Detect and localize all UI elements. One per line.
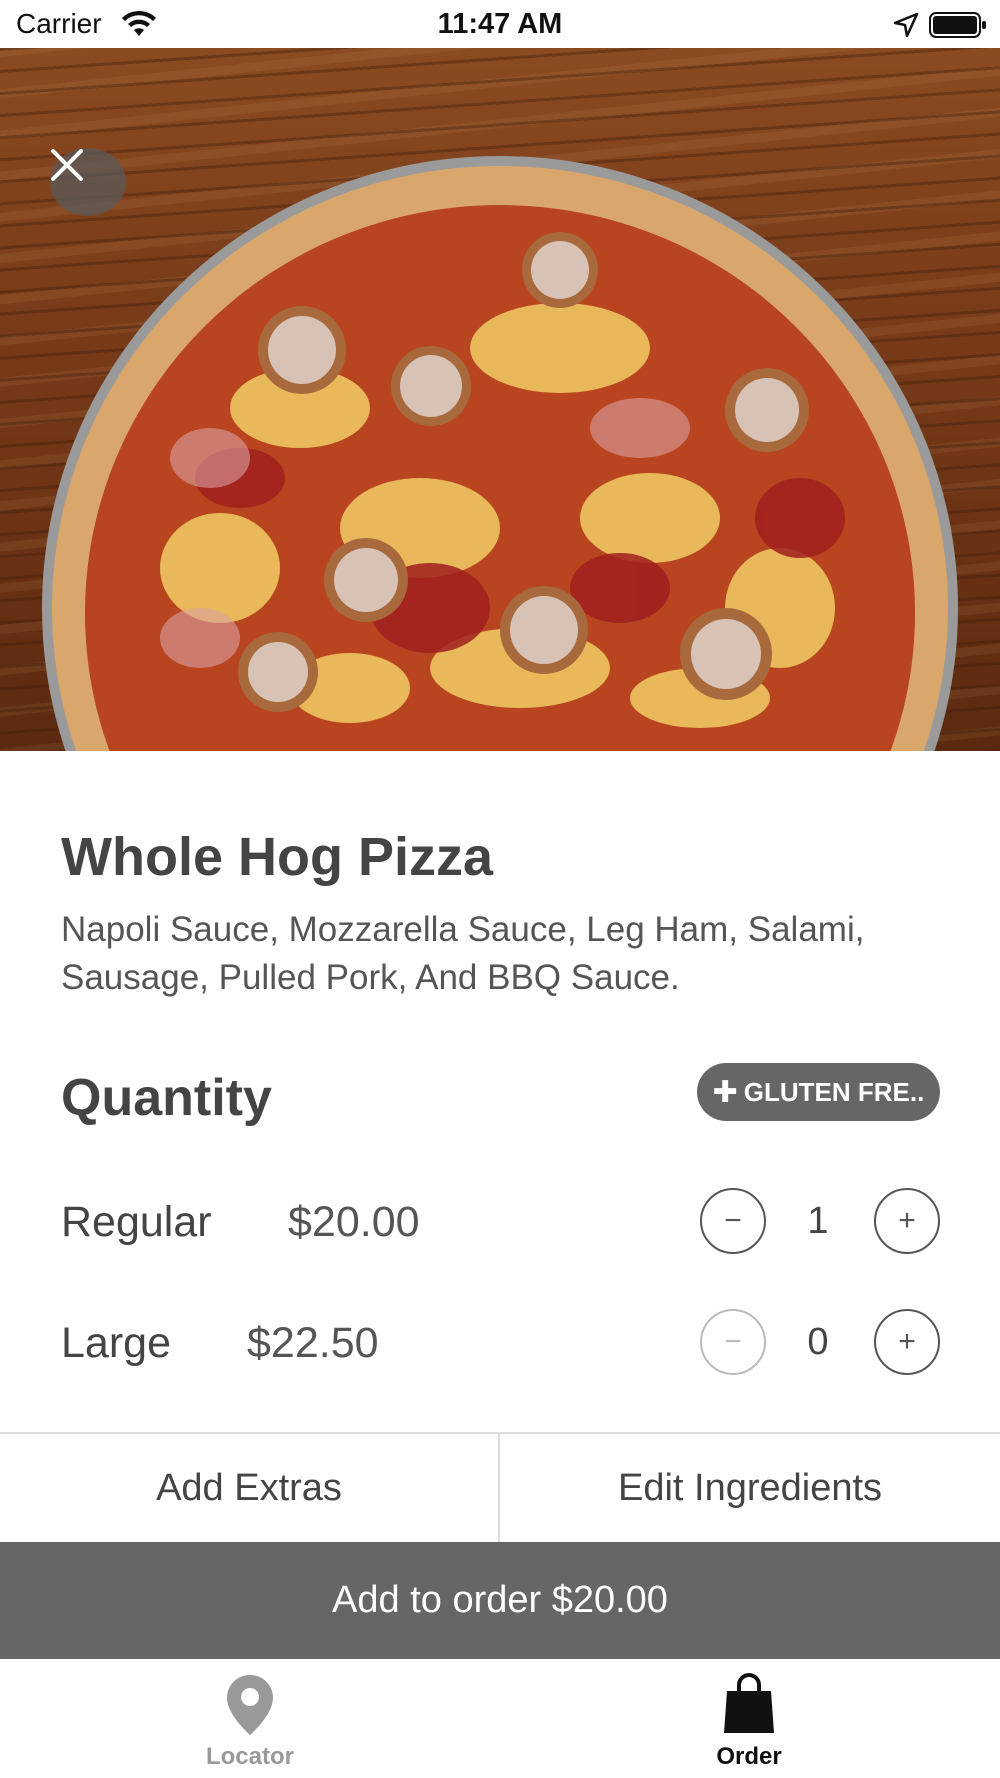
plus-icon: + — [898, 1204, 916, 1237]
increment-button[interactable]: + — [874, 1188, 940, 1254]
decrement-button[interactable]: − — [700, 1188, 766, 1254]
plus-icon: + — [898, 1325, 916, 1358]
close-icon — [51, 149, 83, 181]
tab-bar: Locator Order — [0, 1659, 1000, 1778]
tab-locator[interactable]: Locator — [125, 1659, 375, 1778]
size-price: $20.00 — [288, 1198, 420, 1246]
close-button[interactable] — [50, 148, 126, 216]
tab-label: Order — [716, 1743, 782, 1770]
size-name: Regular — [61, 1198, 212, 1246]
quantity-value: 0 — [807, 1321, 829, 1363]
size-row-regular: Regular $20.00 − 1 + — [0, 1180, 1000, 1260]
clock: 11:47 AM — [437, 8, 563, 40]
shopping-bag-icon — [724, 1673, 774, 1733]
plus-icon: ✚ — [712, 1075, 738, 1109]
increment-button[interactable]: + — [874, 1309, 940, 1375]
decrement-button[interactable]: − — [700, 1309, 766, 1375]
add-extras-button[interactable]: Add Extras — [0, 1434, 498, 1542]
product-title: Whole Hog Pizza — [61, 827, 493, 887]
tab-label: Locator — [205, 1743, 294, 1770]
gluten-free-label: GLUTEN FRE.. — [743, 1076, 925, 1107]
minus-icon: − — [724, 1204, 742, 1237]
map-pin-icon — [227, 1675, 273, 1735]
status-bar: Carrier 11:47 AM — [0, 0, 1000, 48]
size-price: $22.50 — [247, 1319, 379, 1367]
size-row-large: Large $22.50 − 0 + — [0, 1301, 1000, 1381]
quantity-value: 1 — [807, 1200, 829, 1242]
add-to-order-button[interactable]: Add to order $20.00 — [0, 1542, 1000, 1659]
pizza-photo — [42, 156, 958, 751]
product-description: Napoli Sauce, Mozzarella Sauce, Leg Ham,… — [61, 910, 865, 997]
size-name: Large — [61, 1319, 171, 1367]
tab-order[interactable]: Order — [624, 1659, 874, 1778]
battery-icon — [929, 12, 986, 38]
edit-ingredients-button[interactable]: Edit Ingredients — [500, 1434, 1000, 1542]
minus-icon: − — [724, 1325, 742, 1358]
quantity-heading: Quantity — [61, 1069, 272, 1127]
product-image — [0, 48, 1000, 751]
gluten-free-button[interactable]: ✚ GLUTEN FRE.. — [697, 1063, 940, 1121]
location-arrow-icon — [893, 12, 919, 38]
